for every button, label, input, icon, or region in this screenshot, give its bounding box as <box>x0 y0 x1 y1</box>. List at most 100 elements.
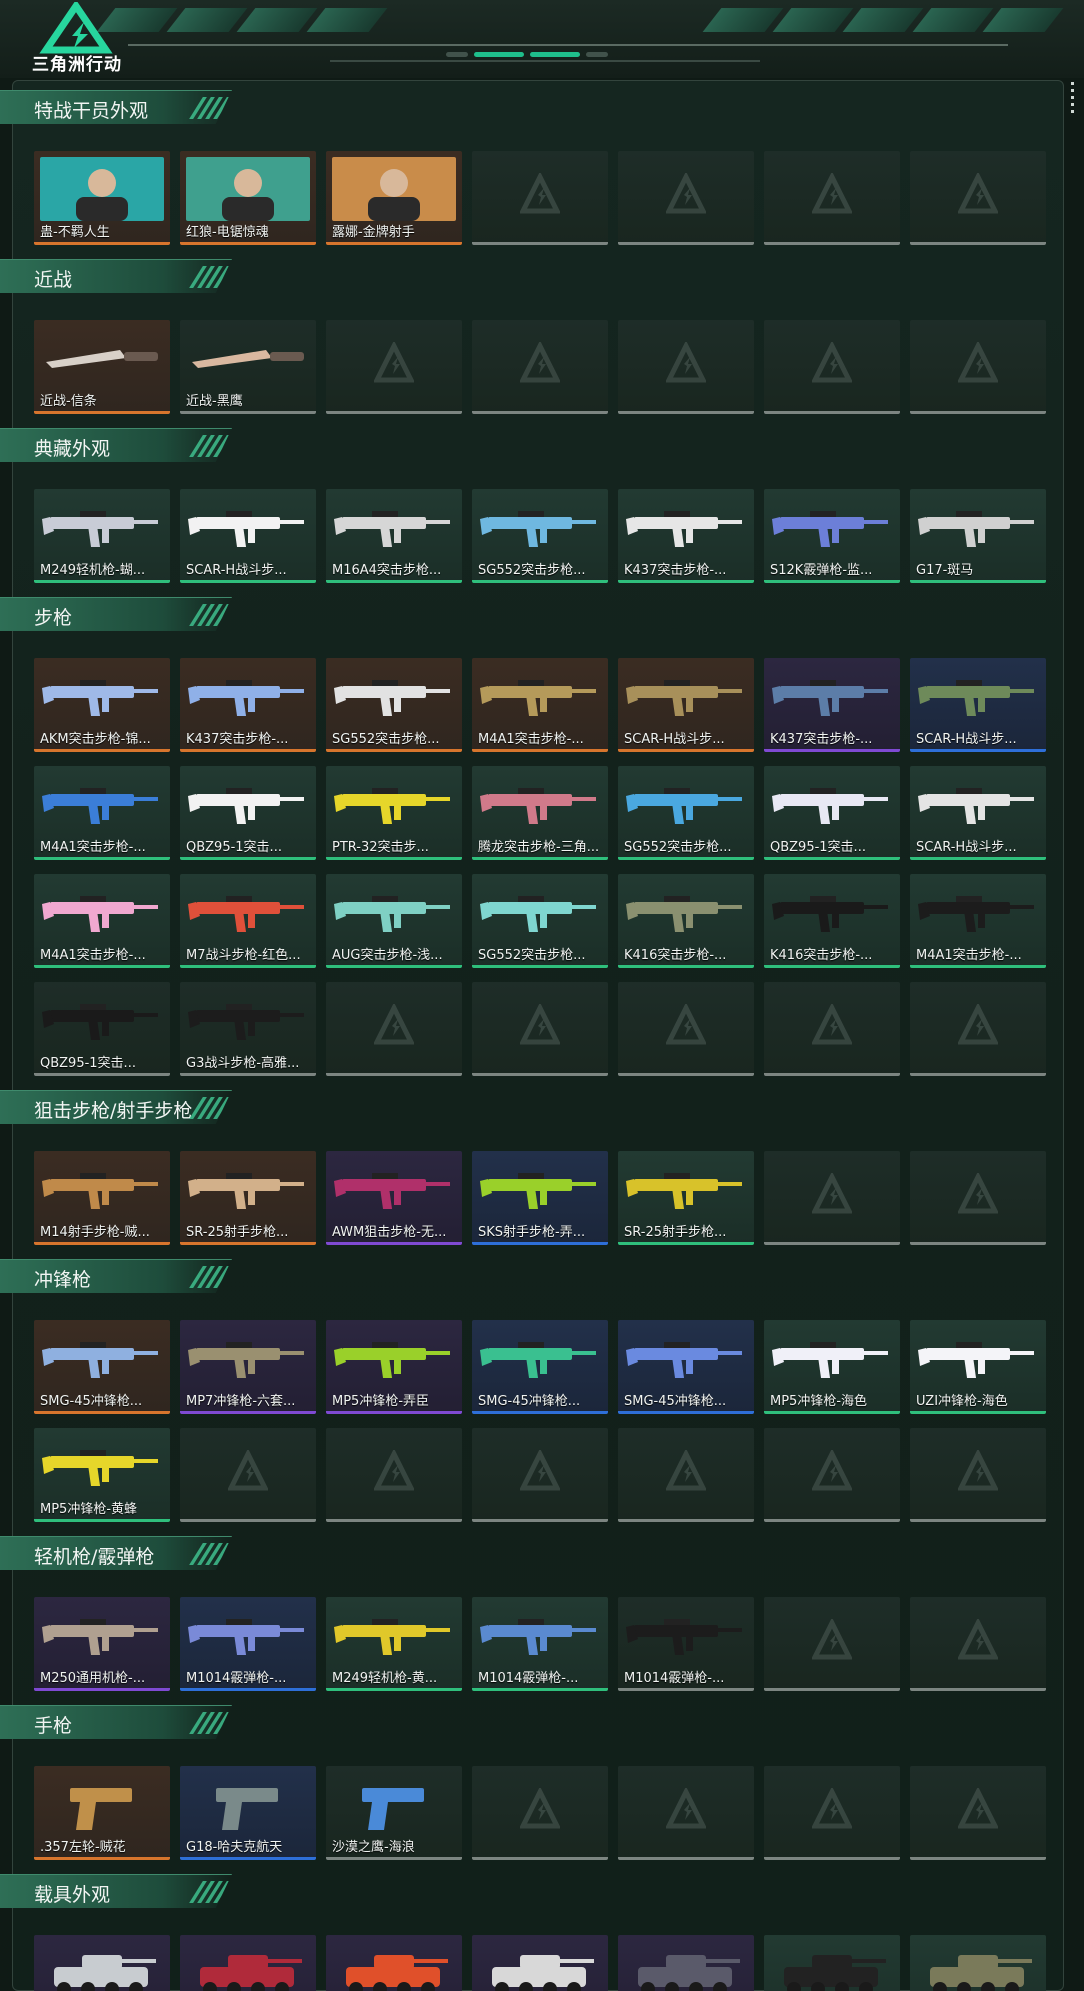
skin-tile[interactable]: M1A4坦克-护林... <box>910 1935 1046 1991</box>
skin-tile[interactable]: SCAR-H战斗步... <box>180 489 316 583</box>
rarity-bar <box>326 1411 462 1414</box>
rarity-bar <box>764 1411 900 1414</box>
rarity-bar <box>472 1857 608 1860</box>
weapon-skin-icon <box>772 788 888 824</box>
skin-tile[interactable]: K437突击步枪-... <box>618 489 754 583</box>
skin-tile[interactable]: 红狼-电锯惊魂 <box>180 151 316 245</box>
weapon-skin-icon <box>42 788 158 824</box>
skin-tile[interactable]: M7战斗步枪-红色... <box>180 874 316 968</box>
skin-tile[interactable]: K437突击步枪-... <box>180 658 316 752</box>
weapon-skin-icon <box>42 1173 158 1209</box>
rarity-bar <box>34 1688 170 1691</box>
skin-tile[interactable]: K437突击步枪-... <box>764 658 900 752</box>
empty-slot-logo-icon <box>958 342 998 383</box>
pistol-skin-icon <box>70 1788 132 1830</box>
skin-tile[interactable]: 轮式突击炮-荣耀 <box>34 1935 170 1991</box>
skin-tile[interactable]: M4A1突击步枪-... <box>910 874 1046 968</box>
skin-tile[interactable]: S12K霰弹枪-监... <box>764 489 900 583</box>
skin-name: M1014霰弹枪-... <box>478 1671 579 1686</box>
skin-tile[interactable]: SCAR-H战斗步... <box>910 766 1046 860</box>
rarity-bar <box>472 1411 608 1414</box>
skin-tile[interactable]: SMG-45冲锋枪... <box>618 1320 754 1414</box>
skin-tile[interactable]: 近战-信条 <box>34 320 170 414</box>
skin-tile[interactable]: M4A1突击步枪-... <box>34 766 170 860</box>
skin-name: S12K霰弹枪-监... <box>770 563 873 578</box>
skin-tile[interactable]: AWM狙击步枪-无... <box>326 1151 462 1245</box>
skin-tile[interactable]: M16A4突击步枪... <box>326 489 462 583</box>
skin-tile[interactable]: 侦察直升机-酒红 <box>180 1935 316 1991</box>
skin-name: SCAR-H战斗步... <box>624 732 725 747</box>
rarity-bar <box>618 1073 754 1076</box>
skin-tile[interactable]: SMG-45冲锋枪... <box>34 1320 170 1414</box>
skin-tile[interactable]: AUG突击步枪-浅... <box>326 874 462 968</box>
skin-tile[interactable]: 腾龙突击步枪-三角... <box>472 766 608 860</box>
skin-tile[interactable]: M14射手步枪-贼... <box>34 1151 170 1245</box>
skin-tile[interactable]: G3战斗步枪-高雅... <box>180 982 316 1076</box>
rarity-bar <box>34 1519 170 1522</box>
weapon-skin-icon <box>188 1342 304 1378</box>
rarity-bar <box>326 965 462 968</box>
empty-slot-logo-icon <box>958 173 998 214</box>
empty-slot-logo-icon <box>374 342 414 383</box>
skin-tile[interactable]: SMG-45冲锋枪... <box>472 1320 608 1414</box>
skin-tile[interactable]: PTR-32突击步... <box>326 766 462 860</box>
skin-tile[interactable]: 轮式突击炮-巅峰竞... <box>326 1935 462 1991</box>
skin-tile[interactable]: K416突击步枪-... <box>764 874 900 968</box>
skin-tile[interactable]: MP5冲锋枪-黄蜂 <box>34 1428 170 1522</box>
skin-tile[interactable]: M1014霰弹枪-... <box>180 1597 316 1691</box>
skin-tile[interactable]: UZI冲锋枪-海色 <box>910 1320 1046 1414</box>
rarity-bar <box>472 1688 608 1691</box>
skin-tile[interactable]: SCAR-H战斗步... <box>618 658 754 752</box>
empty-slot <box>472 982 608 1076</box>
skin-tile[interactable]: SR-25射手步枪... <box>180 1151 316 1245</box>
skin-tile[interactable]: 近战-黑鹰 <box>180 320 316 414</box>
skin-tile[interactable]: M249轻机枪-黄... <box>326 1597 462 1691</box>
page-indicator <box>446 52 608 57</box>
rarity-bar <box>180 1688 316 1691</box>
skin-tile[interactable]: 突击直升机-原始伪... <box>618 1935 754 1991</box>
skin-name: SG552突击步枪... <box>332 732 440 747</box>
rarity-bar <box>910 242 1046 245</box>
skin-tile[interactable]: K416突击步枪-... <box>618 874 754 968</box>
skin-tile[interactable]: M4A1突击步枪-... <box>34 874 170 968</box>
rarity-bar <box>910 1519 1046 1522</box>
skin-tile[interactable]: SG552突击步枪... <box>326 658 462 752</box>
skin-tile[interactable]: M4A1突击步枪-... <box>472 658 608 752</box>
skin-tile[interactable]: SCAR-H战斗步... <box>910 658 1046 752</box>
skin-tile[interactable]: M249轻机枪-蝴... <box>34 489 170 583</box>
skin-tile[interactable]: MP5冲锋枪-海色 <box>764 1320 900 1414</box>
skin-tile[interactable]: M1014霰弹枪-... <box>618 1597 754 1691</box>
empty-slot-logo-icon <box>812 1004 852 1045</box>
weapon-skin-icon <box>626 1619 742 1655</box>
more-menu-icon[interactable] <box>1071 82 1075 117</box>
skin-tile[interactable]: SG552突击步枪... <box>472 874 608 968</box>
empty-slot-logo-icon <box>520 1788 560 1829</box>
skin-tile[interactable]: QBZ95-1突击... <box>34 982 170 1076</box>
rarity-bar <box>618 965 754 968</box>
skin-tile[interactable]: 高雅黑-主战坦克 <box>764 1935 900 1991</box>
section-title-text: 步枪 <box>34 607 73 629</box>
rarity-bar <box>764 1242 900 1245</box>
skin-tile[interactable]: .357左轮-贼花 <box>34 1766 170 1860</box>
skin-tile[interactable]: QBZ95-1突击... <box>180 766 316 860</box>
skin-name: PTR-32突击步... <box>332 840 429 855</box>
skin-tile[interactable]: M1014霰弹枪-... <box>472 1597 608 1691</box>
skin-tile[interactable]: SG552突击步枪... <box>618 766 754 860</box>
skin-tile[interactable]: G18-哈夫克航天 <box>180 1766 316 1860</box>
skin-tile[interactable]: 沙漠之鹰-海浪 <box>326 1766 462 1860</box>
weapon-skin-icon <box>480 788 596 824</box>
skin-tile[interactable]: QBZ95-1突击... <box>764 766 900 860</box>
skin-tile[interactable]: SKS射手步枪-弄... <box>472 1151 608 1245</box>
logo-text: 三角洲行动 <box>32 55 122 75</box>
skin-tile[interactable]: G17-斑马 <box>910 489 1046 583</box>
skin-tile[interactable]: M1A4坦克-巅峰... <box>472 1935 608 1991</box>
skin-tile[interactable]: SR-25射手步枪... <box>618 1151 754 1245</box>
skin-tile[interactable]: AKM突击步枪-锦... <box>34 658 170 752</box>
skin-name: SG552突击步枪... <box>624 840 732 855</box>
skin-tile[interactable]: MP7冲锋枪-六套... <box>180 1320 316 1414</box>
skin-tile[interactable]: MP5冲锋枪-弄臣 <box>326 1320 462 1414</box>
skin-tile[interactable]: SG552突击步枪... <box>472 489 608 583</box>
skin-tile[interactable]: 露娜-金牌射手 <box>326 151 462 245</box>
skin-tile[interactable]: 蛊-不羁人生 <box>34 151 170 245</box>
skin-tile[interactable]: M250通用机枪-... <box>34 1597 170 1691</box>
